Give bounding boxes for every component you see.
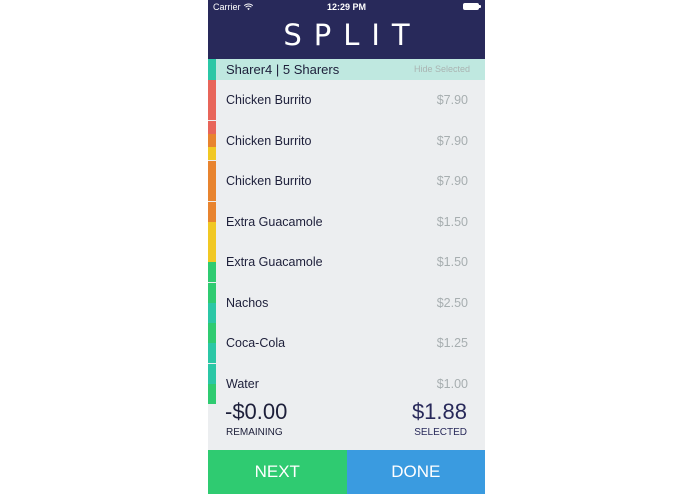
action-bar: NEXT DONE <box>208 450 485 494</box>
item-name: Chicken Burrito <box>226 93 312 107</box>
sharer-color-segment <box>208 343 216 363</box>
sharer-color-segment <box>208 262 216 282</box>
list-item[interactable]: Coca-Cola $1.25 <box>208 323 485 363</box>
item-price: $7.90 <box>436 174 468 188</box>
item-name: Extra Guacamole <box>226 255 323 269</box>
sharer-color-segment <box>208 133 216 148</box>
item-price: $1.00 <box>436 376 468 391</box>
sharer-color-strip <box>208 161 216 201</box>
list-item[interactable]: Extra Guacamole $1.50 <box>208 201 485 242</box>
status-bar: Carrier 12:29 PM <box>208 0 485 14</box>
app-header: Carrier 12:29 PM SPLIT <box>208 0 485 59</box>
sharer-label: Sharer4 | 5 Sharers <box>226 62 340 77</box>
list-item[interactable]: Chicken Burrito $7.90 <box>208 80 485 120</box>
list-item[interactable]: Nachos $2.50 <box>208 282 485 323</box>
item-name: Coca-Cola <box>226 336 286 350</box>
list-item[interactable]: Chicken Burrito $7.90 <box>208 120 485 161</box>
app-title: SPLIT <box>283 18 422 52</box>
item-name: Chicken Burrito <box>226 133 312 148</box>
sharer-color-strip <box>208 201 216 242</box>
sharer-color-segment <box>208 363 216 384</box>
item-name: Water <box>226 376 259 391</box>
sharer-color-segment <box>208 323 216 343</box>
hide-selected-button[interactable]: Hide Selected <box>414 59 470 80</box>
item-price: $7.90 <box>436 133 468 148</box>
sharer-color-segment <box>208 242 216 262</box>
next-button[interactable]: NEXT <box>208 450 347 494</box>
sharer-bar: Sharer4 | 5 Sharers Hide Selected <box>208 59 485 80</box>
sharer-color-strip <box>208 282 216 323</box>
sharer-color-segment <box>208 282 216 303</box>
status-time: 12:29 PM <box>326 2 367 12</box>
item-list: Chicken Burrito $7.90 Chicken Burrito $7.90… <box>208 80 485 404</box>
item-price: $1.50 <box>436 214 468 229</box>
sharer-color-strip <box>208 242 216 282</box>
sharer-color-strip <box>208 120 216 161</box>
sharer-color-segment <box>208 120 216 134</box>
item-price: $1.50 <box>436 255 468 269</box>
selected-amount: $1.88 <box>411 399 467 424</box>
item-name: Nachos <box>226 295 269 310</box>
sharer-color-segment <box>208 302 216 323</box>
remaining-label: REMAINING <box>226 427 283 438</box>
sharer-color-segment <box>208 80 216 120</box>
item-price: $1.25 <box>436 336 468 350</box>
list-item[interactable]: Extra Guacamole $1.50 <box>208 242 485 282</box>
sharer-color-segment <box>208 201 216 222</box>
totals-panel: -$0.00 REMAINING $1.88 SELECTED <box>208 395 485 450</box>
item-name: Chicken Burrito <box>226 174 312 188</box>
remaining-amount: -$0.00 <box>225 399 288 424</box>
selected-label: SELECTED <box>414 427 467 438</box>
list-item[interactable]: Chicken Burrito $7.90 <box>208 161 485 201</box>
sharer-color-strip <box>208 80 216 120</box>
sharer-color-segment <box>208 221 216 242</box>
item-price: $2.50 <box>436 295 468 310</box>
phone-screen: Carrier 12:29 PM SPLIT Sharer4 | 5 Share… <box>208 0 485 494</box>
item-name: Extra Guacamole <box>226 214 323 229</box>
sharer-color-segment <box>208 161 216 201</box>
done-button[interactable]: DONE <box>346 450 485 494</box>
sharer-color-segment <box>208 147 216 161</box>
item-price: $7.90 <box>436 93 468 107</box>
sharer-color-strip <box>208 323 216 363</box>
battery-icon <box>463 3 481 10</box>
sharer-color-marker <box>208 59 216 80</box>
